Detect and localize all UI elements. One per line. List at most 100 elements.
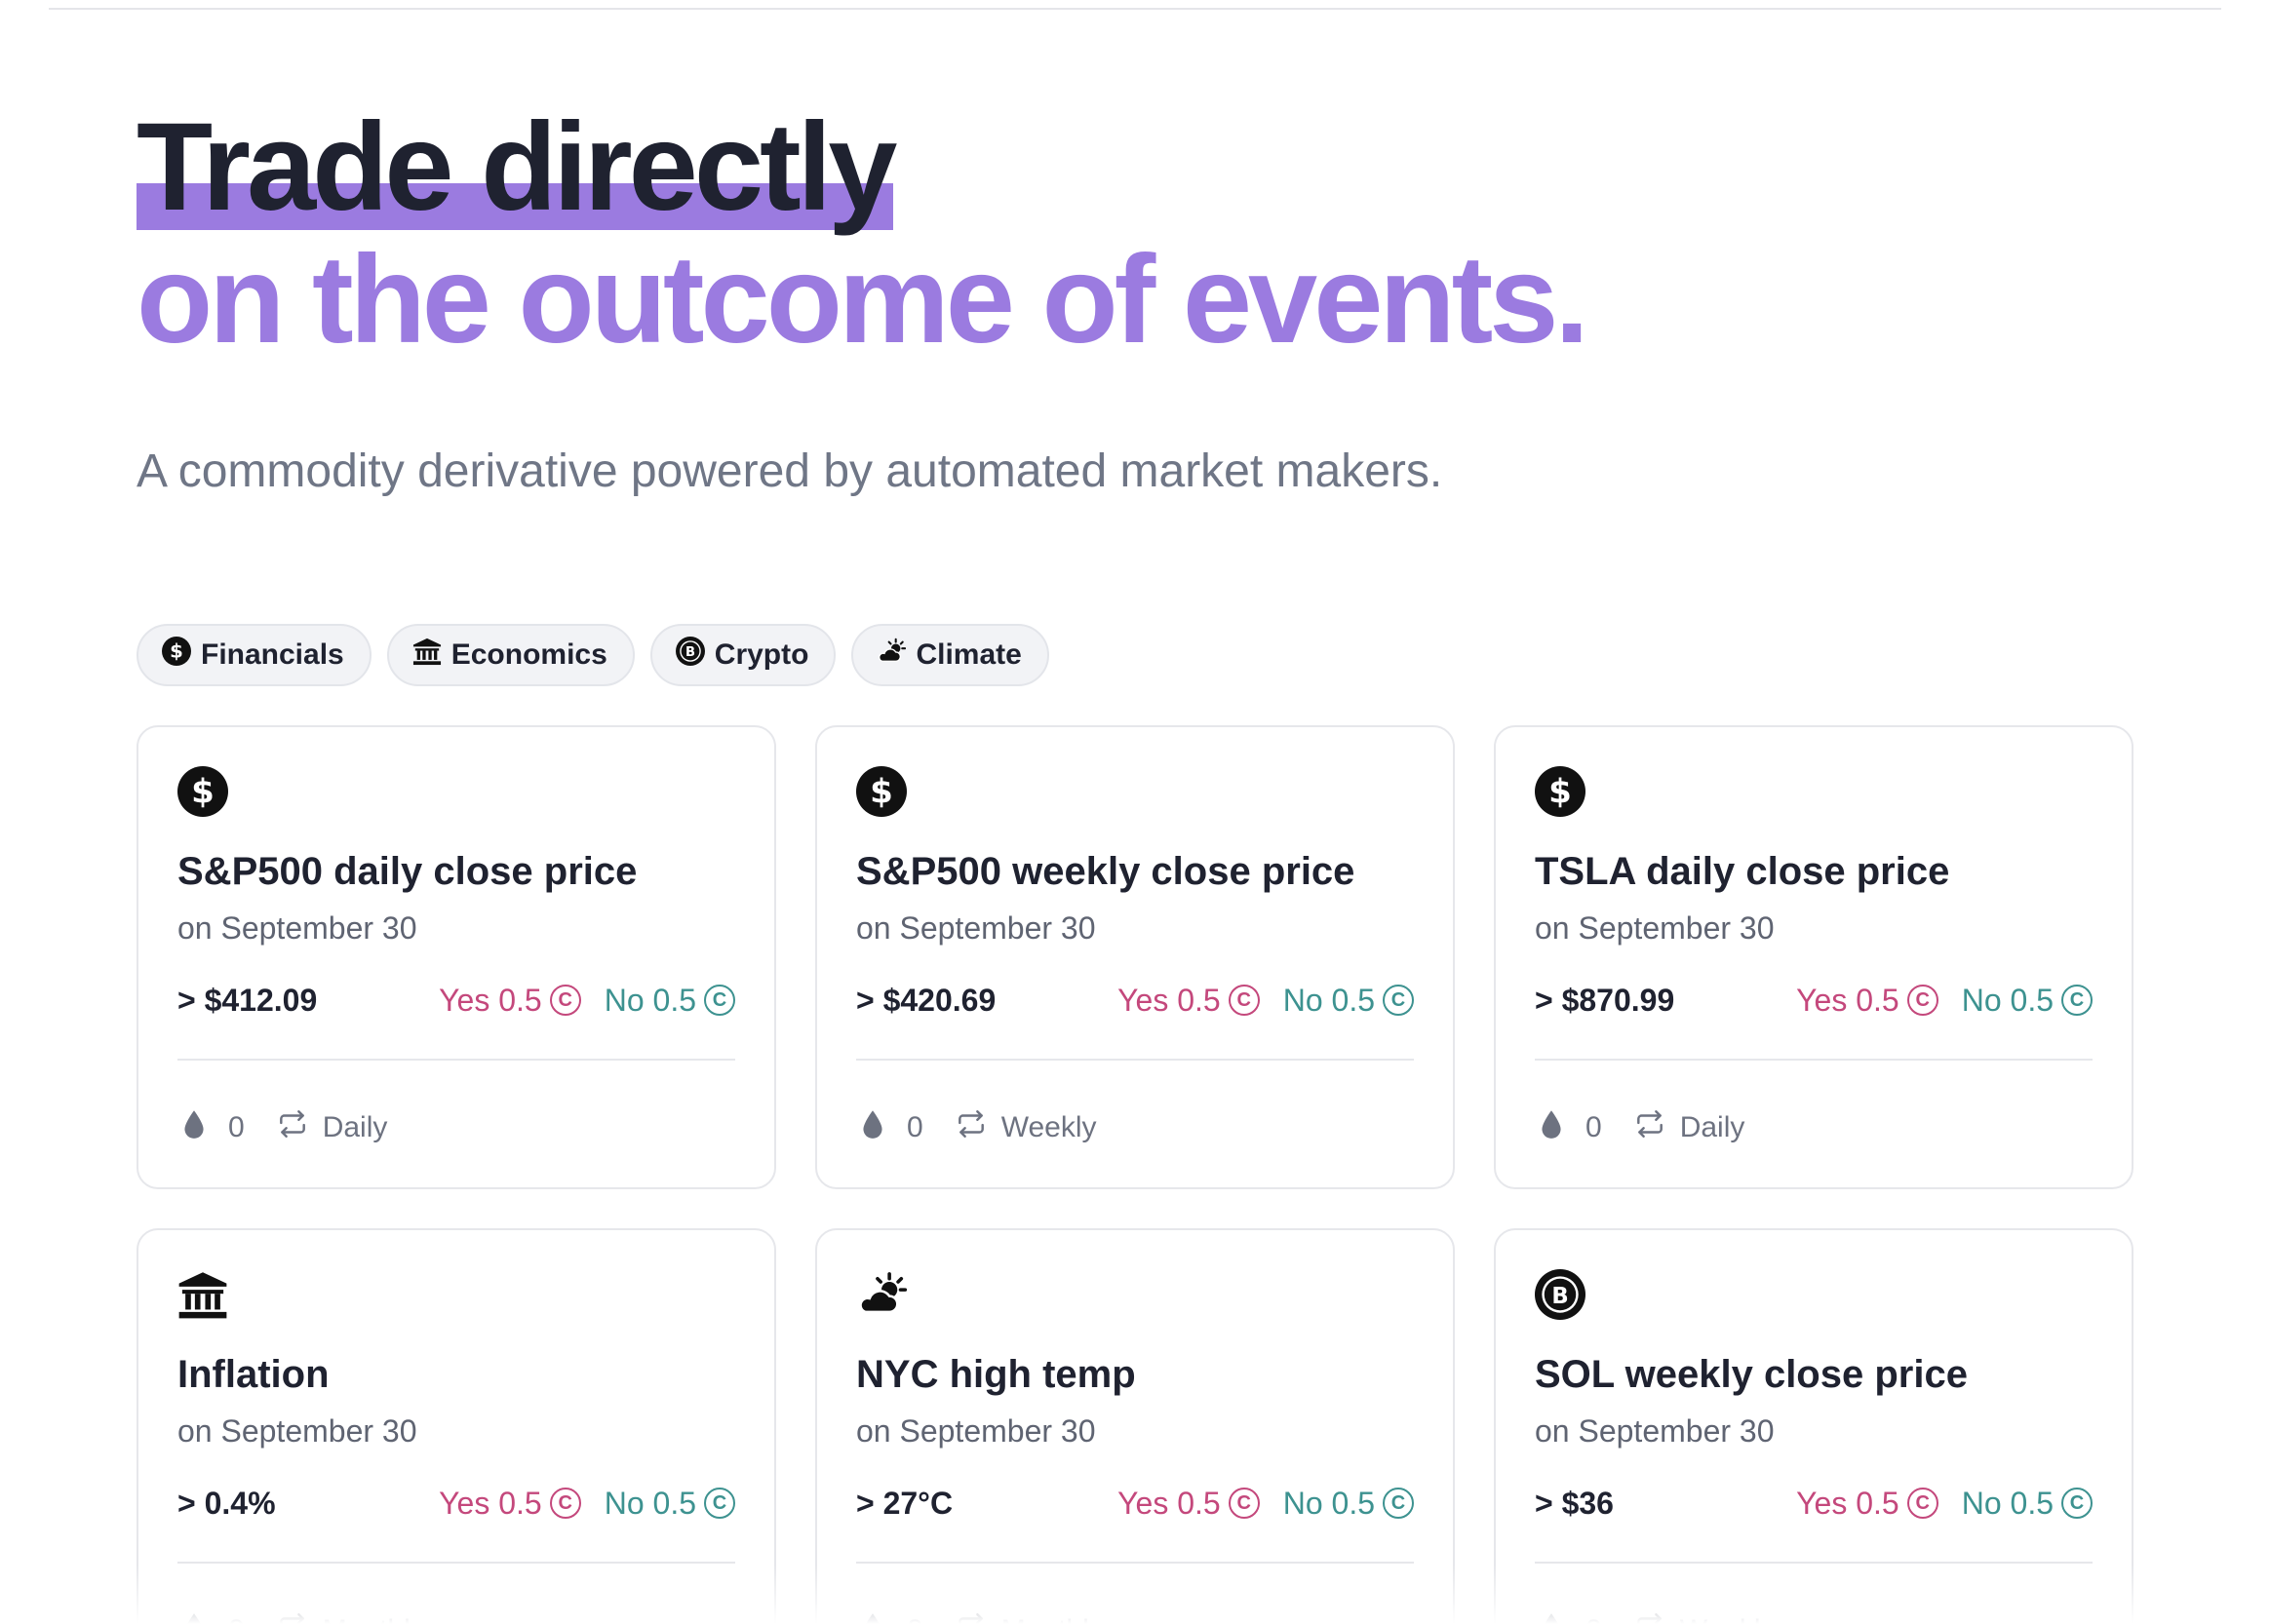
repeat-icon: [955, 1610, 988, 1624]
svg-text:$: $: [191, 772, 215, 811]
market-frequency: Monthly: [323, 1614, 425, 1624]
yes-price: Yes 0.5: [1117, 1485, 1221, 1521]
market-date: on September 30: [177, 1413, 417, 1449]
currency-coin-icon: C: [704, 1488, 735, 1519]
liquidity-drop-icon: [856, 1107, 889, 1148]
no-price: No 0.5: [1961, 1485, 2054, 1521]
liquidity-value: 0: [228, 1614, 245, 1624]
market-grid: $ S&P500 daily close price on September …: [137, 725, 2133, 1624]
hero: Trade directly on the outcome of events.: [137, 105, 1589, 369]
market-date: on September 30: [856, 910, 1096, 946]
bitcoin-icon: B: [675, 637, 705, 674]
category-filter: $ Financials Economics B Crypto Climate: [137, 624, 1049, 686]
card-divider: [1535, 1562, 2093, 1564]
no-price: No 0.5: [1961, 982, 2054, 1018]
market-strike: > 0.4%: [177, 1485, 276, 1521]
market-title: SOL weekly close price: [1535, 1353, 1968, 1396]
repeat-icon: [276, 1107, 309, 1148]
card-divider: [177, 1059, 735, 1061]
yes-price: Yes 0.5: [439, 1485, 542, 1521]
currency-coin-icon: C: [549, 1488, 581, 1519]
liquidity-drop-icon: [1535, 1610, 1568, 1624]
hero-subheadline: on the outcome of events.: [137, 230, 1589, 369]
category-chip-climate[interactable]: Climate: [851, 624, 1049, 686]
no-price-button[interactable]: No 0.5 C: [1962, 1486, 2093, 1522]
repeat-icon: [955, 1107, 988, 1148]
market-card[interactable]: $ TSLA daily close price on September 30…: [1494, 725, 2133, 1189]
bank-icon: [177, 1269, 228, 1320]
yes-price-button[interactable]: Yes 0.5 C: [1796, 983, 1938, 1019]
market-title: TSLA daily close price: [1535, 850, 1950, 893]
market-footer: 0 Weekly: [856, 1107, 1097, 1148]
currency-coin-icon: C: [1228, 1488, 1260, 1519]
dollar-coin-icon: $: [177, 766, 228, 817]
currency-coin-icon: C: [2061, 1488, 2093, 1519]
liquidity-value: 0: [907, 1614, 923, 1624]
repeat-icon: [276, 1610, 309, 1624]
hero-headline-text: Trade directly: [137, 97, 897, 237]
no-price-button[interactable]: No 0.5 C: [1962, 983, 2093, 1019]
currency-coin-icon: C: [1906, 985, 1938, 1016]
sun-cloud-icon: [856, 1269, 908, 1320]
yes-price: Yes 0.5: [1117, 982, 1221, 1018]
yes-price-button[interactable]: Yes 0.5 C: [439, 983, 581, 1019]
liquidity-value: 0: [907, 1111, 923, 1143]
category-chip-financials[interactable]: $ Financials: [137, 624, 372, 686]
market-title: S&P500 daily close price: [177, 850, 638, 893]
currency-coin-icon: C: [1228, 985, 1260, 1016]
market-footer: 0 Monthly: [177, 1610, 425, 1624]
market-card[interactable]: Inflation on September 30 > 0.4% Yes 0.5…: [137, 1228, 776, 1624]
currency-coin-icon: C: [1383, 985, 1414, 1016]
category-chip-economics[interactable]: Economics: [386, 624, 635, 686]
liquidity-drop-icon: [177, 1610, 211, 1624]
card-divider: [856, 1059, 1414, 1061]
market-price-row: > $36 Yes 0.5 C No 0.5 C: [1535, 1484, 2093, 1523]
market-card[interactable]: B SOL weekly close price on September 30…: [1494, 1228, 2133, 1624]
dollar-coin-icon: $: [162, 637, 191, 674]
category-chip-label: Climate: [916, 638, 1022, 671]
yes-price-button[interactable]: Yes 0.5 C: [1117, 983, 1260, 1019]
no-price-button[interactable]: No 0.5 C: [605, 1486, 735, 1522]
sun-cloud-icon: [877, 637, 907, 674]
yes-price-button[interactable]: Yes 0.5 C: [439, 1486, 581, 1522]
no-price-button[interactable]: No 0.5 C: [605, 983, 735, 1019]
no-price-button[interactable]: No 0.5 C: [1283, 1486, 1414, 1522]
yes-price-button[interactable]: Yes 0.5 C: [1117, 1486, 1260, 1522]
no-price: No 0.5: [1282, 1485, 1375, 1521]
no-price: No 0.5: [1282, 982, 1375, 1018]
market-card[interactable]: NYC high temp on September 30 > 27°C Yes…: [815, 1228, 1455, 1624]
liquidity-value: 0: [228, 1111, 245, 1143]
yes-price: Yes 0.5: [439, 982, 542, 1018]
currency-coin-icon: C: [549, 985, 581, 1016]
bank-icon: [412, 637, 442, 674]
card-divider: [1535, 1059, 2093, 1061]
currency-coin-icon: C: [704, 985, 735, 1016]
no-price-button[interactable]: No 0.5 C: [1283, 983, 1414, 1019]
market-price-row: > $420.69 Yes 0.5 C No 0.5 C: [856, 981, 1414, 1020]
market-frequency: Monthly: [1001, 1614, 1104, 1624]
currency-coin-icon: C: [1906, 1488, 1938, 1519]
hero-description: A commodity derivative powered by automa…: [137, 445, 1443, 497]
category-chip-label: Financials: [201, 638, 344, 671]
market-footer: 0 Monthly: [856, 1610, 1104, 1624]
liquidity-value: 0: [1585, 1614, 1602, 1624]
svg-text:B: B: [1551, 1284, 1568, 1309]
currency-coin-icon: C: [2061, 985, 2093, 1016]
market-frequency: Weekly: [1000, 1111, 1097, 1143]
svg-text:$: $: [1548, 772, 1572, 811]
market-price-row: > 0.4% Yes 0.5 C No 0.5 C: [177, 1484, 735, 1523]
svg-text:$: $: [870, 772, 893, 811]
no-price: No 0.5: [604, 1485, 696, 1521]
svg-text:$: $: [170, 640, 183, 663]
no-price: No 0.5: [604, 982, 696, 1018]
market-card[interactable]: $ S&P500 daily close price on September …: [137, 725, 776, 1189]
currency-coin-icon: C: [1383, 1488, 1414, 1519]
liquidity-drop-icon: [1535, 1107, 1568, 1148]
category-chip-label: Economics: [450, 638, 607, 671]
bitcoin-icon: B: [1535, 1269, 1585, 1320]
market-card[interactable]: $ S&P500 weekly close price on September…: [815, 725, 1455, 1189]
market-strike: > $420.69: [856, 982, 997, 1018]
liquidity-drop-icon: [856, 1610, 889, 1624]
yes-price-button[interactable]: Yes 0.5 C: [1796, 1486, 1938, 1522]
category-chip-crypto[interactable]: B Crypto: [649, 624, 837, 686]
